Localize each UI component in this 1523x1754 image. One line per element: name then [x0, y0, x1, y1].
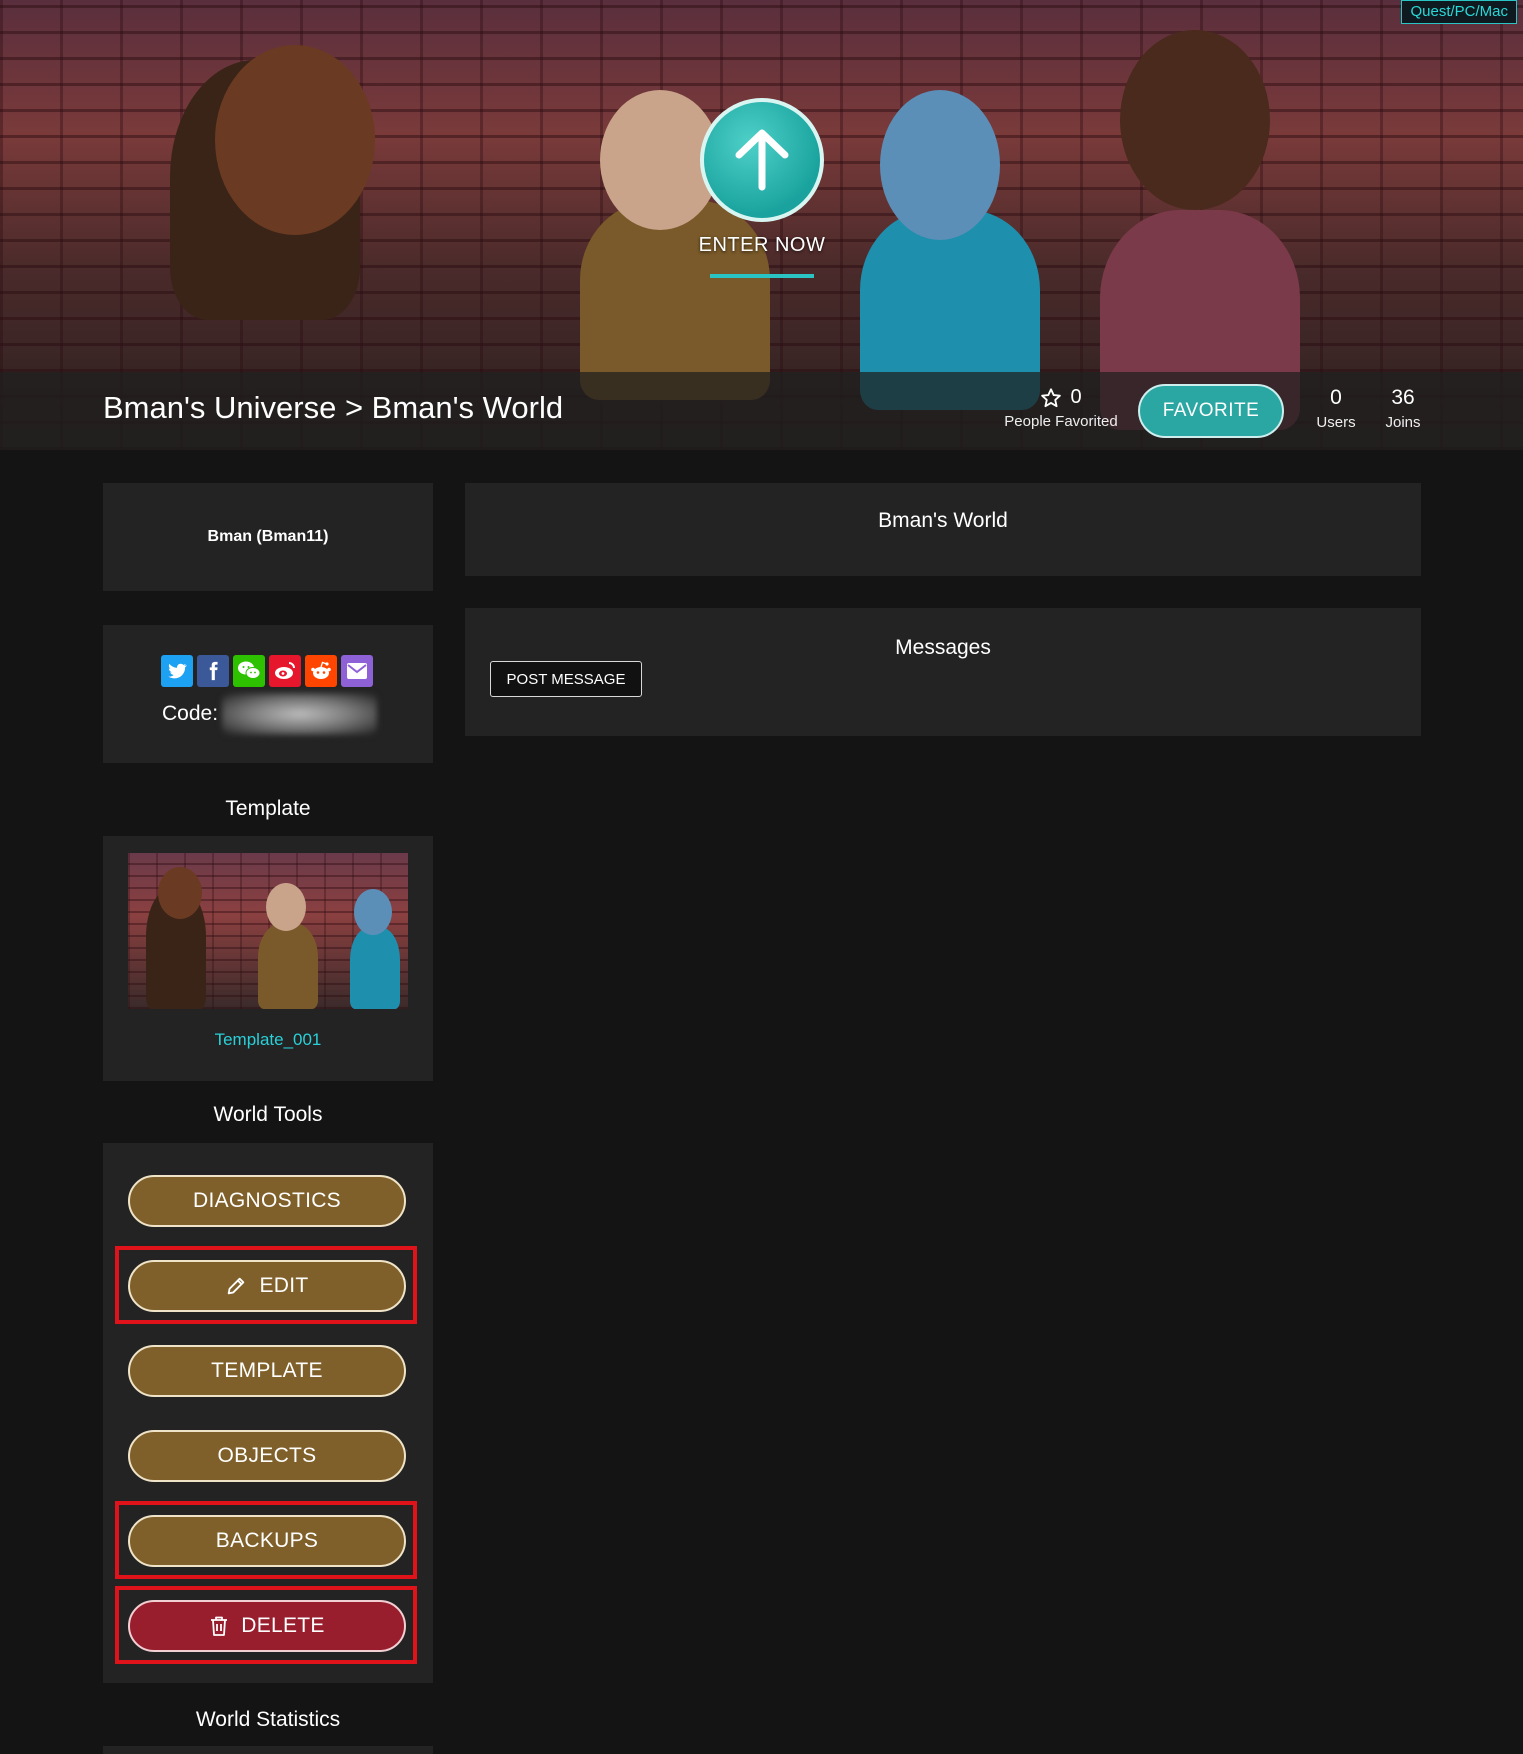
- enter-underline: [710, 274, 814, 278]
- share-panel: Code:: [103, 625, 433, 763]
- backups-label: BACKUPS: [215, 1529, 319, 1552]
- world-tools-panel: DIAGNOSTICS EDIT TEMPLATE OBJECTS BACKUP…: [103, 1143, 433, 1683]
- delete-label: DELETE: [241, 1614, 325, 1637]
- share-icons-row: [161, 655, 373, 687]
- pencil-icon: [228, 1277, 245, 1295]
- template-heading: Template: [225, 797, 311, 820]
- post-message-button[interactable]: POST MESSAGE: [490, 661, 642, 697]
- delete-button[interactable]: DELETE: [128, 1600, 406, 1652]
- enter-now-button[interactable]: [700, 98, 824, 222]
- template-link[interactable]: Template_001: [103, 1030, 433, 1050]
- avatar-figure-1-head: [215, 45, 375, 235]
- favorites-label: People Favorited: [1004, 413, 1118, 430]
- star-icon: [1041, 387, 1062, 407]
- wechat-icon[interactable]: [233, 655, 265, 687]
- share-code-redacted: [222, 693, 378, 735]
- author-name[interactable]: Bman (Bman11): [208, 528, 329, 546]
- template-panel: Template_001: [103, 836, 433, 1081]
- diagnostics-button[interactable]: DIAGNOSTICS: [128, 1175, 406, 1227]
- breadcrumb: Bman's Universe > Bman's World: [103, 390, 564, 425]
- objects-label: OBJECTS: [217, 1444, 317, 1467]
- edit-label: EDIT: [259, 1274, 309, 1297]
- joins-count: 36: [1391, 386, 1415, 409]
- avatar-figure-3-head: [880, 90, 1000, 240]
- joins-stat: 36 Joins: [1376, 386, 1430, 431]
- joins-label: Joins: [1385, 414, 1421, 431]
- objects-button[interactable]: OBJECTS: [128, 1430, 406, 1482]
- world-statistics-heading: World Statistics: [195, 1708, 341, 1731]
- favorite-button[interactable]: FAVORITE: [1138, 384, 1284, 438]
- reddit-icon[interactable]: [305, 655, 337, 687]
- trash-icon: [211, 1616, 228, 1636]
- template-thumbnail[interactable]: [128, 853, 408, 1009]
- platform-badge: Quest/PC/Mac: [1401, 0, 1517, 24]
- arrow-up-icon: [735, 129, 789, 191]
- world-tools-heading: World Tools: [213, 1103, 323, 1126]
- users-label: Users: [1316, 414, 1356, 431]
- favorites-stat: 0 People Favorited: [1000, 386, 1122, 430]
- template-button[interactable]: TEMPLATE: [128, 1345, 406, 1397]
- diagnostics-label: DIAGNOSTICS: [193, 1189, 341, 1212]
- messages-heading: Messages: [895, 636, 991, 659]
- world-statistics-panel: [103, 1746, 433, 1754]
- users-stat: 0 Users: [1306, 386, 1366, 431]
- facebook-icon[interactable]: [197, 655, 229, 687]
- world-title-panel: Bman's World: [465, 483, 1421, 576]
- users-count: 0: [1330, 386, 1342, 409]
- code-label: Code:: [162, 702, 219, 725]
- world-hero-banner: Quest/PC/Mac ENTER NOW Bman's Universe >…: [0, 0, 1523, 450]
- backups-button[interactable]: BACKUPS: [128, 1515, 406, 1567]
- favorites-count: 0: [1070, 386, 1082, 408]
- twitter-icon[interactable]: [161, 655, 193, 687]
- share-code-row: Code:: [162, 693, 378, 735]
- messages-panel: Messages POST MESSAGE: [465, 608, 1421, 736]
- world-title: Bman's World: [878, 509, 1008, 532]
- template-button-label: TEMPLATE: [211, 1359, 323, 1382]
- avatar-figure-4-head: [1120, 30, 1270, 210]
- weibo-icon[interactable]: [269, 655, 301, 687]
- email-icon[interactable]: [341, 655, 373, 687]
- enter-now-label[interactable]: ENTER NOW: [650, 234, 874, 257]
- avatar-figure-2: [580, 200, 770, 400]
- edit-button[interactable]: EDIT: [128, 1260, 406, 1312]
- author-panel: Bman (Bman11): [103, 483, 433, 591]
